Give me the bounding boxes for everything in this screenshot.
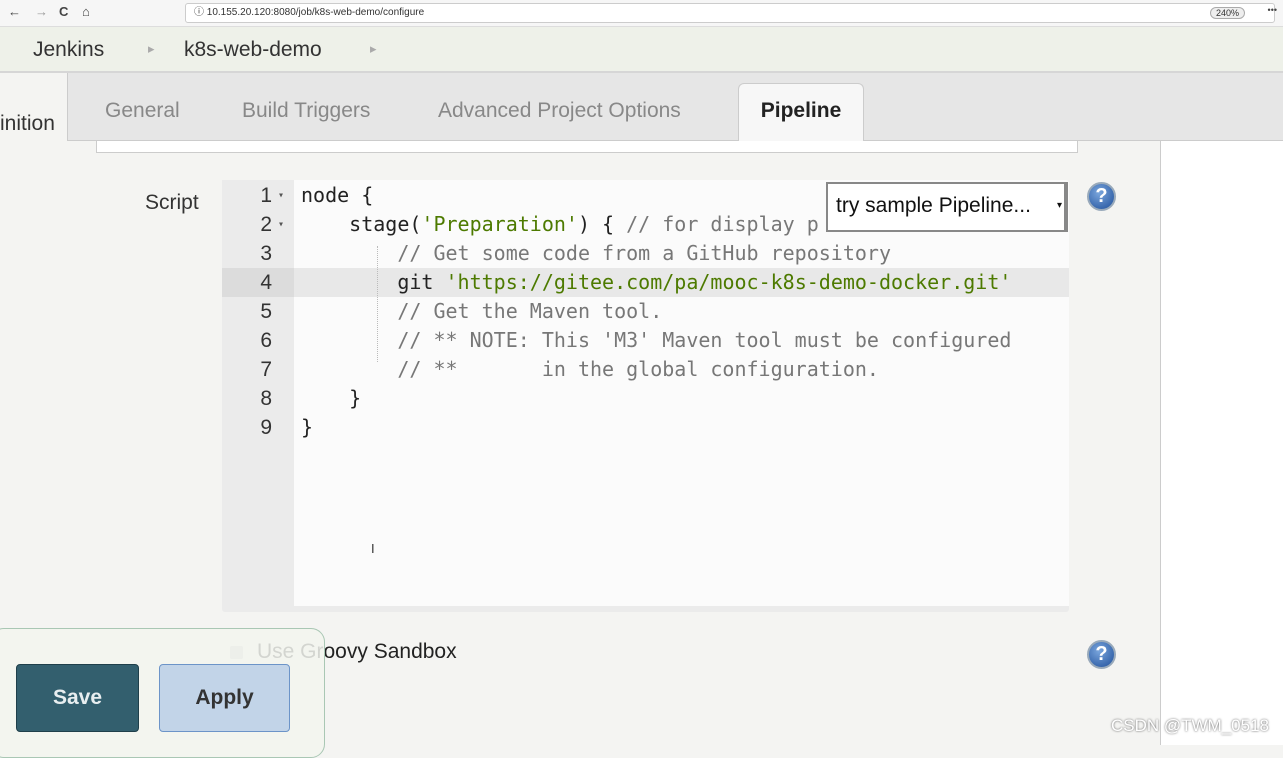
code-text: node { bbox=[301, 181, 373, 210]
code-text: stage('Preparation') { // for display p bbox=[301, 210, 819, 239]
code-token: // Get the Maven tool. bbox=[301, 299, 663, 323]
save-button[interactable]: Save bbox=[16, 664, 139, 732]
back-button[interactable]: ← bbox=[8, 4, 21, 19]
breadcrumb: Jenkins ▸ k8s-web-demo ▸ bbox=[0, 27, 1283, 73]
code-token: } bbox=[301, 386, 362, 410]
code-text: git 'https://gitee.com/pa/mooc-k8s-demo-… bbox=[301, 268, 1011, 297]
code-text: // Get some code from a GitHub repositor… bbox=[301, 239, 891, 268]
forward-button[interactable]: → bbox=[35, 4, 48, 19]
code-line[interactable]: 4 git 'https://gitee.com/pa/mooc-k8s-dem… bbox=[222, 268, 1069, 297]
line-number: 5 bbox=[260, 300, 272, 323]
code-text: // ** NOTE: This 'M3' Maven tool must be… bbox=[301, 326, 1011, 355]
help-icon[interactable]: ? bbox=[1087, 182, 1116, 211]
config-tabs: General Build Triggers Advanced Project … bbox=[67, 73, 1283, 141]
zoom-level[interactable]: 240% bbox=[1209, 7, 1245, 19]
script-editor[interactable]: 1 ▾ node {2 ▾ stage('Preparation') { // for… bbox=[222, 180, 1069, 612]
home-button[interactable]: ⌂ bbox=[82, 4, 90, 19]
breadcrumb-separator-icon: ▸ bbox=[148, 41, 155, 56]
line-number: 8 bbox=[260, 387, 272, 410]
code-token: ) { bbox=[577, 212, 627, 236]
line-number: 9 bbox=[260, 416, 272, 439]
code-token: git bbox=[301, 270, 446, 294]
apply-button[interactable]: Apply bbox=[159, 664, 290, 732]
code-text: } bbox=[301, 384, 361, 413]
help-icon[interactable]: ? bbox=[1087, 640, 1116, 669]
tab-pipeline[interactable]: Pipeline bbox=[738, 83, 864, 141]
code-line[interactable]: 8 } bbox=[222, 384, 1069, 413]
breadcrumb-job[interactable]: k8s-web-demo bbox=[184, 38, 322, 62]
definition-label: inition bbox=[0, 112, 55, 135]
right-panel bbox=[1161, 141, 1283, 745]
line-number: 6 bbox=[260, 329, 272, 352]
tab-general[interactable]: General bbox=[105, 99, 180, 123]
browser-toolbar: ← → C ⌂ ⓘ 10.155.20.120:8080/job/k8s-web… bbox=[0, 0, 1283, 27]
code-text: // Get the Maven tool. bbox=[301, 297, 662, 326]
code-token: } bbox=[301, 415, 314, 439]
code-token: // for display p bbox=[626, 212, 819, 236]
code-token: stage( bbox=[301, 212, 422, 236]
url-text: 10.155.20.120:8080/job/k8s-web-demo/conf… bbox=[206, 7, 425, 18]
fold-arrow-icon[interactable]: ▾ bbox=[278, 210, 284, 239]
breadcrumb-separator-icon: ▸ bbox=[370, 41, 377, 56]
code-text: // ** in the global configuration. bbox=[301, 355, 879, 384]
textarea-bottom bbox=[96, 141, 1078, 153]
info-icon: ⓘ bbox=[194, 7, 207, 18]
code-text: } bbox=[301, 413, 313, 442]
text-cursor-icon: I bbox=[371, 541, 375, 556]
breadcrumb-jenkins[interactable]: Jenkins bbox=[33, 38, 104, 62]
reload-button[interactable]: C bbox=[59, 4, 68, 19]
tab-build-triggers[interactable]: Build Triggers bbox=[242, 99, 370, 123]
code-token: 'https://gitee.com/pa/mooc-k8s-demo-dock… bbox=[445, 270, 1012, 294]
script-label: Script bbox=[145, 191, 199, 214]
code-line[interactable]: 9} bbox=[222, 413, 1069, 442]
tab-advanced-project-options[interactable]: Advanced Project Options bbox=[438, 99, 681, 123]
watermark: CSDN @TWM_0518 bbox=[1110, 716, 1269, 735]
indent-guide bbox=[377, 246, 378, 362]
more-menu-icon[interactable]: ••• bbox=[1268, 5, 1277, 15]
sample-pipeline-value: try sample Pipeline... bbox=[836, 194, 1031, 217]
sample-pipeline-select[interactable]: try sample Pipeline... ▾ bbox=[826, 182, 1068, 232]
line-number: 4 bbox=[222, 268, 294, 297]
code-line[interactable]: 5 // Get the Maven tool. bbox=[222, 297, 1069, 326]
code-token: // Get some code from a GitHub repositor… bbox=[301, 241, 892, 265]
url-bar[interactable]: ⓘ 10.155.20.120:8080/job/k8s-web-demo/co… bbox=[185, 3, 1275, 23]
code-token: // ** in the global configuration. bbox=[301, 357, 879, 381]
line-number: 3 bbox=[260, 242, 272, 265]
code-token: node { bbox=[301, 183, 374, 207]
code-line[interactable]: 3 // Get some code from a GitHub reposit… bbox=[222, 239, 1069, 268]
code-line[interactable]: 6 // ** NOTE: This 'M3' Maven tool must … bbox=[222, 326, 1069, 355]
code-token: 'Preparation' bbox=[421, 212, 578, 236]
line-number: 7 bbox=[260, 358, 272, 381]
dropdown-arrow-icon: ▾ bbox=[1056, 200, 1062, 211]
fold-arrow-icon[interactable]: ▾ bbox=[278, 181, 284, 210]
code-token: // ** NOTE: This 'M3' Maven tool must be… bbox=[301, 328, 1012, 352]
code-line[interactable]: 7 // ** in the global configuration. bbox=[222, 355, 1069, 384]
